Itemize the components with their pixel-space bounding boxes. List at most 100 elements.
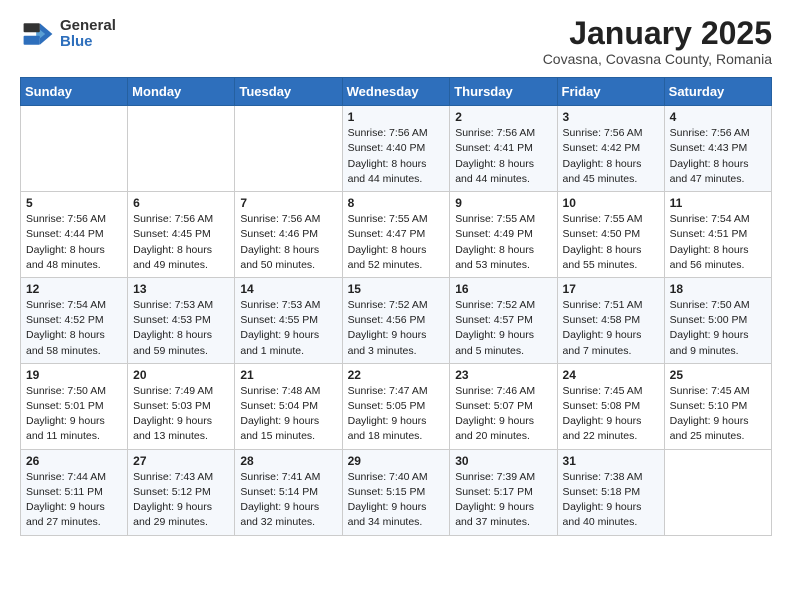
logo-general-text: General <box>60 18 116 35</box>
day-number: 3 <box>563 110 659 124</box>
day-number: 20 <box>133 368 229 382</box>
day-info: Sunrise: 7:56 AMSunset: 4:40 PMDaylight:… <box>348 126 445 187</box>
day-info: Sunrise: 7:45 AMSunset: 5:10 PMDaylight:… <box>670 384 766 445</box>
day-number: 5 <box>26 196 122 210</box>
calendar-cell: 24 Sunrise: 7:45 AMSunset: 5:08 PMDayligh… <box>557 363 664 449</box>
day-info: Sunrise: 7:39 AMSunset: 5:17 PMDaylight:… <box>455 470 551 531</box>
calendar-cell: 26 Sunrise: 7:44 AMSunset: 5:11 PMDayligh… <box>21 449 128 535</box>
day-number: 25 <box>670 368 766 382</box>
weekday-header-monday: Monday <box>128 78 235 106</box>
calendar-cell: 12 Sunrise: 7:54 AMSunset: 4:52 PMDayligh… <box>21 277 128 363</box>
day-number: 7 <box>240 196 336 210</box>
day-number: 24 <box>563 368 659 382</box>
calendar-week-row: 12 Sunrise: 7:54 AMSunset: 4:52 PMDayligh… <box>21 277 772 363</box>
day-info: Sunrise: 7:40 AMSunset: 5:15 PMDaylight:… <box>348 470 445 531</box>
day-number: 13 <box>133 282 229 296</box>
day-number: 30 <box>455 454 551 468</box>
day-info: Sunrise: 7:46 AMSunset: 5:07 PMDaylight:… <box>455 384 551 445</box>
calendar-cell: 5 Sunrise: 7:56 AMSunset: 4:44 PMDaylight… <box>21 192 128 278</box>
day-info: Sunrise: 7:56 AMSunset: 4:41 PMDaylight:… <box>455 126 551 187</box>
calendar-cell: 4 Sunrise: 7:56 AMSunset: 4:43 PMDaylight… <box>664 106 771 192</box>
calendar-cell: 18Sunrise: 7:50 AMSunset: 5:00 PMDayligh… <box>664 277 771 363</box>
calendar-cell: 15 Sunrise: 7:52 AMSunset: 4:56 PMDayligh… <box>342 277 450 363</box>
calendar-cell: 28 Sunrise: 7:41 AMSunset: 5:14 PMDayligh… <box>235 449 342 535</box>
day-number: 11 <box>670 196 766 210</box>
day-number: 15 <box>348 282 445 296</box>
weekday-header-thursday: Thursday <box>450 78 557 106</box>
day-info: Sunrise: 7:45 AMSunset: 5:08 PMDaylight:… <box>563 384 659 445</box>
calendar-cell: 3 Sunrise: 7:56 AMSunset: 4:42 PMDaylight… <box>557 106 664 192</box>
day-info: Sunrise: 7:53 AMSunset: 4:53 PMDaylight:… <box>133 298 229 359</box>
calendar-header-row: SundayMondayTuesdayWednesdayThursdayFrid… <box>21 78 772 106</box>
calendar-cell: 1 Sunrise: 7:56 AMSunset: 4:40 PMDaylight… <box>342 106 450 192</box>
day-info: Sunrise: 7:56 AMSunset: 4:44 PMDaylight:… <box>26 212 122 273</box>
day-number: 12 <box>26 282 122 296</box>
calendar-cell: 29 Sunrise: 7:40 AMSunset: 5:15 PMDayligh… <box>342 449 450 535</box>
calendar-cell: 25 Sunrise: 7:45 AMSunset: 5:10 PMDayligh… <box>664 363 771 449</box>
calendar-cell <box>128 106 235 192</box>
calendar-cell: 20 Sunrise: 7:49 AMSunset: 5:03 PMDayligh… <box>128 363 235 449</box>
day-number: 6 <box>133 196 229 210</box>
day-info: Sunrise: 7:56 AMSunset: 4:45 PMDaylight:… <box>133 212 229 273</box>
calendar-cell: 13 Sunrise: 7:53 AMSunset: 4:53 PMDayligh… <box>128 277 235 363</box>
logo-icon <box>20 16 56 52</box>
month-title: January 2025 <box>543 16 772 51</box>
calendar-week-row: 26 Sunrise: 7:44 AMSunset: 5:11 PMDayligh… <box>21 449 772 535</box>
day-info: Sunrise: 7:56 AMSunset: 4:42 PMDaylight:… <box>563 126 659 187</box>
day-number: 21 <box>240 368 336 382</box>
day-number: 9 <box>455 196 551 210</box>
weekday-header-saturday: Saturday <box>664 78 771 106</box>
day-info: Sunrise: 7:56 AMSunset: 4:46 PMDaylight:… <box>240 212 336 273</box>
day-info: Sunrise: 7:56 AMSunset: 4:43 PMDaylight:… <box>670 126 766 187</box>
calendar-table: SundayMondayTuesdayWednesdayThursdayFrid… <box>20 77 772 535</box>
day-number: 2 <box>455 110 551 124</box>
day-info: Sunrise: 7:49 AMSunset: 5:03 PMDaylight:… <box>133 384 229 445</box>
calendar-week-row: 19Sunrise: 7:50 AMSunset: 5:01 PMDayligh… <box>21 363 772 449</box>
day-info: Sunrise: 7:51 AMSunset: 4:58 PMDaylight:… <box>563 298 659 359</box>
calendar-cell: 27Sunrise: 7:43 AMSunset: 5:12 PMDayligh… <box>128 449 235 535</box>
weekday-header-tuesday: Tuesday <box>235 78 342 106</box>
weekday-header-wednesday: Wednesday <box>342 78 450 106</box>
day-info: Sunrise: 7:54 AMSunset: 4:51 PMDaylight:… <box>670 212 766 273</box>
calendar-cell <box>235 106 342 192</box>
calendar-cell: 2 Sunrise: 7:56 AMSunset: 4:41 PMDaylight… <box>450 106 557 192</box>
calendar-cell: 17 Sunrise: 7:51 AMSunset: 4:58 PMDayligh… <box>557 277 664 363</box>
day-number: 28 <box>240 454 336 468</box>
calendar-week-row: 5 Sunrise: 7:56 AMSunset: 4:44 PMDaylight… <box>21 192 772 278</box>
calendar-cell: 23Sunrise: 7:46 AMSunset: 5:07 PMDayligh… <box>450 363 557 449</box>
day-info: Sunrise: 7:55 AMSunset: 4:47 PMDaylight:… <box>348 212 445 273</box>
day-number: 1 <box>348 110 445 124</box>
day-info: Sunrise: 7:47 AMSunset: 5:05 PMDaylight:… <box>348 384 445 445</box>
calendar-cell: 11 Sunrise: 7:54 AMSunset: 4:51 PMDayligh… <box>664 192 771 278</box>
logo-blue-text: Blue <box>60 34 116 51</box>
day-info: Sunrise: 7:38 AMSunset: 5:18 PMDaylight:… <box>563 470 659 531</box>
day-number: 29 <box>348 454 445 468</box>
day-info: Sunrise: 7:41 AMSunset: 5:14 PMDaylight:… <box>240 470 336 531</box>
logo: General Blue <box>20 16 116 52</box>
day-info: Sunrise: 7:52 AMSunset: 4:56 PMDaylight:… <box>348 298 445 359</box>
day-number: 22 <box>348 368 445 382</box>
day-info: Sunrise: 7:52 AMSunset: 4:57 PMDaylight:… <box>455 298 551 359</box>
weekday-header-friday: Friday <box>557 78 664 106</box>
day-info: Sunrise: 7:53 AMSunset: 4:55 PMDaylight:… <box>240 298 336 359</box>
calendar-cell: 22 Sunrise: 7:47 AMSunset: 5:05 PMDayligh… <box>342 363 450 449</box>
day-number: 4 <box>670 110 766 124</box>
title-area: January 2025 Covasna, Covasna County, Ro… <box>543 16 772 67</box>
day-number: 17 <box>563 282 659 296</box>
day-info: Sunrise: 7:55 AMSunset: 4:49 PMDaylight:… <box>455 212 551 273</box>
weekday-header-sunday: Sunday <box>21 78 128 106</box>
calendar-cell: 9 Sunrise: 7:55 AMSunset: 4:49 PMDaylight… <box>450 192 557 278</box>
page: General Blue January 2025 Covasna, Covas… <box>0 0 792 552</box>
calendar-cell: 19Sunrise: 7:50 AMSunset: 5:01 PMDayligh… <box>21 363 128 449</box>
day-info: Sunrise: 7:54 AMSunset: 4:52 PMDaylight:… <box>26 298 122 359</box>
calendar-cell <box>664 449 771 535</box>
day-info: Sunrise: 7:48 AMSunset: 5:04 PMDaylight:… <box>240 384 336 445</box>
day-info: Sunrise: 7:44 AMSunset: 5:11 PMDaylight:… <box>26 470 122 531</box>
day-number: 31 <box>563 454 659 468</box>
day-info: Sunrise: 7:43 AMSunset: 5:12 PMDaylight:… <box>133 470 229 531</box>
day-number: 26 <box>26 454 122 468</box>
logo-text: General Blue <box>60 18 116 51</box>
day-number: 18 <box>670 282 766 296</box>
day-number: 8 <box>348 196 445 210</box>
day-number: 16 <box>455 282 551 296</box>
